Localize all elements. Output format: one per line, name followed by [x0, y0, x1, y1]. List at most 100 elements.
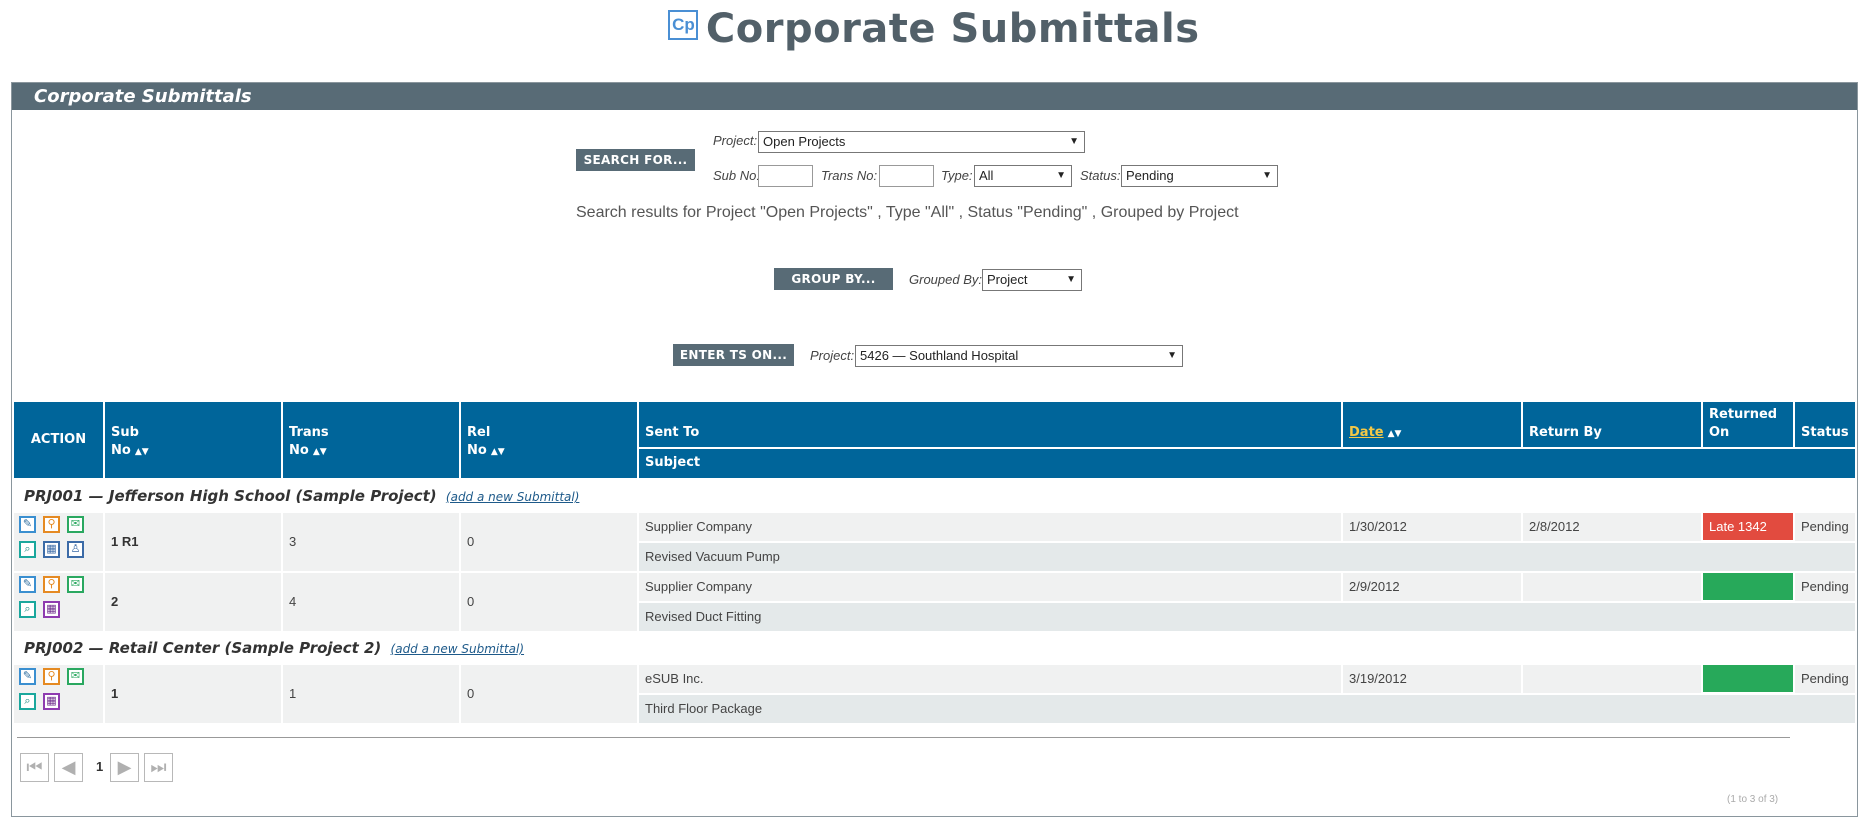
mail-icon[interactable]: ✉ — [67, 668, 84, 685]
add-submittal-link[interactable]: (add a new Submittal) — [446, 490, 580, 504]
group-header: PRJ002 — Retail Center (Sample Project 2… — [24, 639, 524, 657]
chevron-down-icon: ▼ — [1056, 170, 1066, 181]
sort-icon[interactable]: ▲▼ — [491, 447, 505, 457]
type-label: Type: — [941, 168, 973, 183]
col-header-trans-no[interactable]: Trans No ▲▼ — [283, 402, 459, 478]
date-sort-link[interactable]: Date — [1349, 425, 1384, 440]
grouped-by-select[interactable]: Project ▼ — [982, 269, 1082, 291]
subno-label: Sub No: — [713, 168, 760, 183]
cell-date: 3/19/2012 — [1343, 665, 1521, 693]
cell-sent-to: Supplier Company — [639, 573, 1341, 601]
cell-return-by — [1523, 665, 1701, 693]
corporate-logo-icon: Cp — [668, 10, 699, 40]
last-page-icon[interactable]: ⏭ — [144, 753, 173, 782]
col-header-date[interactable]: Date ▲▼ — [1343, 402, 1521, 447]
cell-date: 1/30/2012 — [1343, 513, 1521, 541]
group-header: PRJ001 — Jefferson High School (Sample P… — [24, 487, 579, 505]
group-title: PRJ001 — Jefferson High School (Sample P… — [24, 487, 437, 505]
group-by-button[interactable]: GROUP BY... — [774, 268, 893, 290]
cell-trans-no: 4 — [283, 573, 459, 631]
mail-icon[interactable]: ✉ — [67, 576, 84, 593]
row-actions: ✎ ⚲ ✉ ⌕ ▦ — [14, 573, 103, 631]
cell-subject: Revised Duct Fitting — [639, 603, 1855, 631]
cell-return-by: 2/8/2012 — [1523, 513, 1701, 541]
cell-trans-no: 1 — [283, 665, 459, 723]
cell-subject: Third Floor Package — [639, 695, 1855, 723]
cell-rel-no: 0 — [461, 665, 637, 723]
grouped-by-value: Project — [987, 272, 1028, 287]
attachment-icon[interactable]: ⚲ — [43, 576, 60, 593]
cell-status: Pending — [1795, 665, 1855, 693]
calendar-icon[interactable]: ▦ — [43, 541, 60, 558]
cell-sub-no: 1 R1 — [105, 513, 281, 571]
row-actions: ✎ ⚲ ✉ ⌕ ▦ ♙ — [14, 513, 103, 571]
project-filter-select[interactable]: Open Projects ▼ — [758, 131, 1085, 153]
edit-icon[interactable]: ✎ — [19, 576, 36, 593]
col-header-status: Status — [1795, 402, 1855, 447]
transno-input[interactable] — [879, 165, 934, 187]
search-icon[interactable]: ⌕ — [19, 693, 36, 710]
next-page-icon[interactable]: ▶ — [110, 753, 139, 782]
col-header-rel-no[interactable]: Rel No ▲▼ — [461, 402, 637, 478]
status-label: Status: — [1080, 168, 1121, 183]
col-header-rel-no-line1: Rel — [467, 425, 491, 440]
add-submittal-link[interactable]: (add a new Submittal) — [391, 642, 525, 656]
edit-icon[interactable]: ✎ — [19, 668, 36, 685]
cell-rel-no: 0 — [461, 513, 637, 571]
status-value: Pending — [1126, 168, 1174, 183]
sort-icon[interactable]: ▲▼ — [1388, 429, 1402, 439]
col-header-sent-to: Sent To — [639, 402, 1341, 447]
col-header-sub-no-line2: No — [111, 443, 131, 458]
cell-status: Pending — [1795, 513, 1855, 541]
first-page-icon[interactable]: ⏮ — [20, 753, 49, 782]
search-for-button[interactable]: SEARCH FOR... — [576, 149, 695, 171]
col-header-trans-no-line1: Trans — [289, 425, 329, 440]
cell-subject: Revised Vacuum Pump — [639, 543, 1855, 571]
sort-icon[interactable]: ▲▼ — [313, 447, 327, 457]
submittals-panel: Corporate Submittals SEARCH FOR... Proje… — [11, 82, 1858, 817]
col-header-returned-on-line1: Returned — [1709, 407, 1778, 422]
enter-ts-button[interactable]: ENTER TS ON... — [673, 344, 794, 366]
cell-trans-no: 3 — [283, 513, 459, 571]
mail-icon[interactable]: ✉ — [67, 516, 84, 533]
edit-icon[interactable]: ✎ — [19, 516, 36, 533]
type-select[interactable]: All ▼ — [974, 165, 1072, 187]
sort-icon[interactable]: ▲▼ — [135, 447, 149, 457]
subno-input[interactable] — [758, 165, 813, 187]
search-icon[interactable]: ⌕ — [19, 541, 36, 558]
status-select[interactable]: Pending ▼ — [1121, 165, 1278, 187]
project-filter-value: Open Projects — [763, 134, 846, 149]
project-filter-label: Project: — [713, 133, 758, 148]
col-header-returned-on-line2: On — [1709, 425, 1730, 440]
col-header-sub-no[interactable]: Sub No ▲▼ — [105, 402, 281, 478]
cell-sub-no: 1 — [105, 665, 281, 723]
contact-icon[interactable]: ♙ — [67, 541, 84, 558]
chevron-down-icon: ▼ — [1262, 170, 1272, 181]
returned-on-ok-badge — [1703, 665, 1793, 692]
attachment-icon[interactable]: ⚲ — [43, 668, 60, 685]
page-title: Corporate Submittals — [705, 6, 1200, 52]
current-page-number[interactable]: 1 — [96, 759, 103, 774]
transno-label: Trans No: — [821, 168, 878, 183]
cell-rel-no: 0 — [461, 573, 637, 631]
prev-page-icon[interactable]: ◀ — [54, 753, 83, 782]
enter-ts-project-value: 5426 — Southland Hospital — [860, 348, 1019, 363]
chevron-down-icon: ▼ — [1069, 136, 1079, 147]
type-value: All — [979, 168, 994, 183]
panel-header: Corporate Submittals — [12, 83, 1857, 110]
cell-return-by — [1523, 573, 1701, 601]
returned-on-ok-badge — [1703, 573, 1793, 600]
row-actions: ✎ ⚲ ✉ ⌕ ▦ — [14, 665, 103, 723]
enter-ts-project-label: Project: — [810, 348, 855, 363]
cell-status: Pending — [1795, 573, 1855, 601]
enter-ts-project-select[interactable]: 5426 — Southland Hospital ▼ — [855, 345, 1183, 367]
calendar-icon[interactable]: ▦ — [43, 601, 60, 618]
cell-sub-no: 2 — [105, 573, 281, 631]
calendar-icon[interactable]: ▦ — [43, 693, 60, 710]
attachment-icon[interactable]: ⚲ — [43, 516, 60, 533]
col-header-return-by: Return By — [1523, 402, 1701, 447]
search-results-summary: Search results for Project "Open Project… — [576, 204, 1239, 221]
col-header-rel-no-line2: No — [467, 443, 487, 458]
col-header-action: ACTION — [14, 402, 103, 478]
search-icon[interactable]: ⌕ — [19, 601, 36, 618]
